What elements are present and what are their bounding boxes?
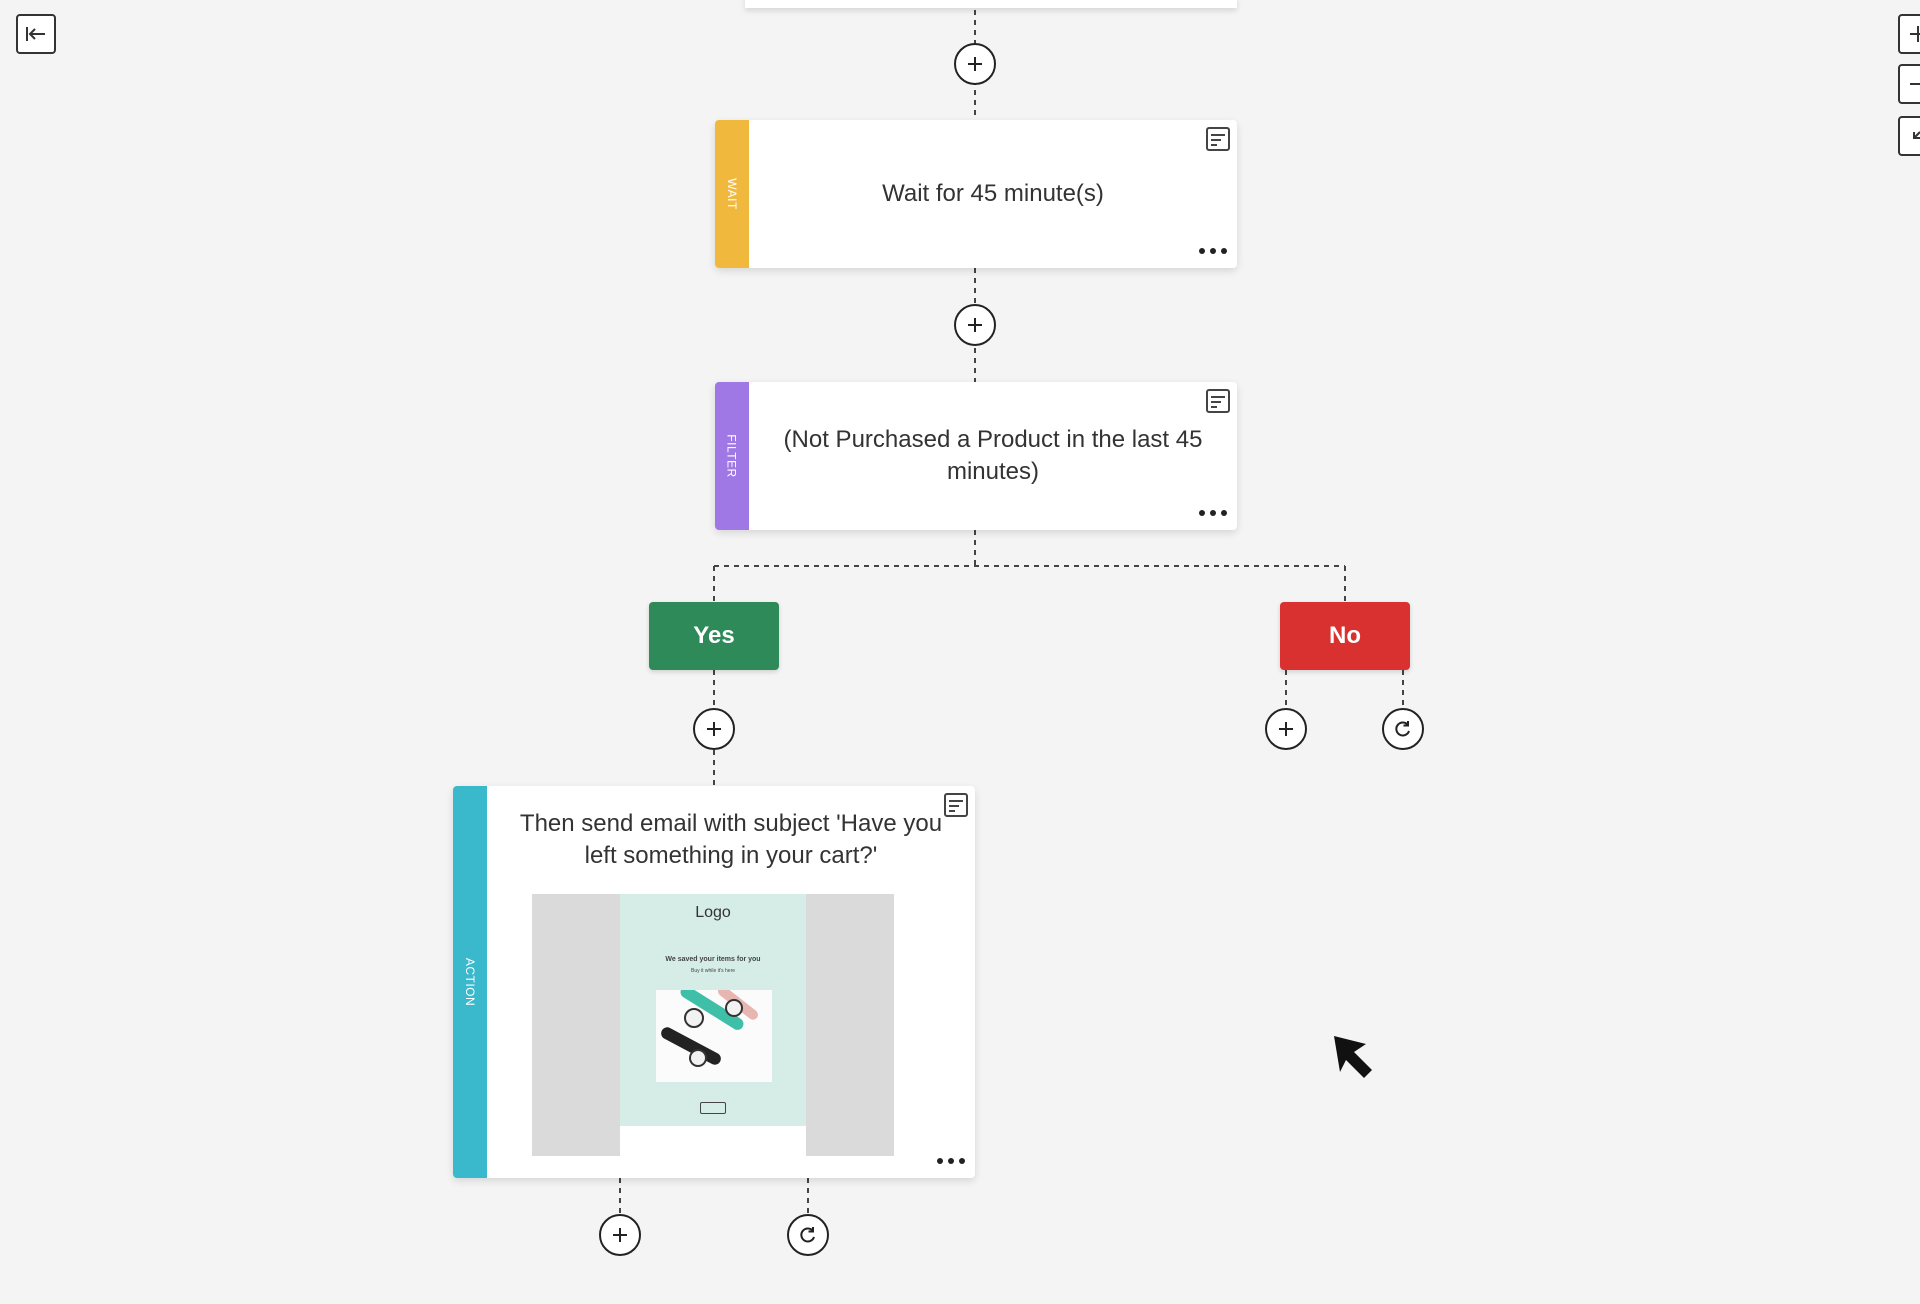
plus-circle-icon xyxy=(613,1228,627,1242)
email-preview[interactable]: Logo We saved your items for you Buy it … xyxy=(532,894,894,1156)
plus-icon xyxy=(1910,26,1920,42)
wait-type-strip: WAIT xyxy=(715,120,749,268)
plus-circle-icon xyxy=(968,318,982,332)
fit-screen-button[interactable] xyxy=(1898,116,1920,156)
action-node-text: Then send email with subject 'Have you l… xyxy=(487,808,975,872)
mouse-cursor-icon xyxy=(1334,1036,1372,1078)
email-heading: We saved your items for you xyxy=(665,956,761,963)
filter-type-strip: FILTER xyxy=(715,382,749,530)
email-preview-body: Logo We saved your items for you Buy it … xyxy=(620,894,806,1156)
wait-node-text: Wait for 45 minute(s) xyxy=(882,180,1104,207)
filter-type-label: FILTER xyxy=(725,434,740,478)
loop-button[interactable] xyxy=(1382,708,1424,750)
no-branch-button[interactable]: No xyxy=(1280,602,1410,670)
minus-icon xyxy=(1910,83,1920,85)
plus-circle-icon xyxy=(968,57,982,71)
wait-node-card[interactable]: WAIT Wait for 45 minute(s) xyxy=(715,120,1237,268)
add-step-button[interactable] xyxy=(954,43,996,85)
previous-node-card[interactable] xyxy=(745,0,1237,8)
fit-screen-icon xyxy=(1913,131,1920,139)
filter-node-card[interactable]: FILTER (Not Purchased a Product in the l… xyxy=(715,382,1237,530)
email-subheading: Buy it while it's here xyxy=(690,968,736,974)
more-dots-icon[interactable] xyxy=(1199,508,1227,518)
email-product-image xyxy=(656,986,772,1082)
filter-text-line1: (Not Purchased a Product in the last 45 xyxy=(783,426,1203,453)
loop-icon xyxy=(1395,721,1410,737)
note-icon[interactable] xyxy=(941,790,971,820)
loop-icon xyxy=(800,1227,815,1243)
add-step-button[interactable] xyxy=(1265,708,1307,750)
wait-type-label: WAIT xyxy=(725,178,739,210)
filter-text-line2: minutes) xyxy=(946,458,1040,485)
plus-circle-icon xyxy=(707,722,721,736)
zoom-out-button[interactable] xyxy=(1898,64,1920,104)
email-logo: Logo xyxy=(695,904,731,921)
plus-circle-icon xyxy=(1279,722,1293,736)
email-footer xyxy=(620,1126,806,1156)
collapse-left-icon xyxy=(26,27,45,41)
add-step-button[interactable] xyxy=(599,1214,641,1256)
note-icon[interactable] xyxy=(1203,386,1233,416)
add-step-button[interactable] xyxy=(954,304,996,346)
action-text-line2: left something in your cart?' xyxy=(584,842,878,869)
watch-image xyxy=(661,986,758,1067)
action-type-label: ACTION xyxy=(463,957,477,1007)
action-type-strip: ACTION xyxy=(453,786,487,1178)
more-dots-icon[interactable] xyxy=(1199,246,1227,256)
yes-branch-button[interactable]: Yes xyxy=(649,602,779,670)
loop-button[interactable] xyxy=(787,1214,829,1256)
add-step-button[interactable] xyxy=(693,708,735,750)
email-cta-button xyxy=(700,1102,726,1114)
note-icon[interactable] xyxy=(1203,124,1233,154)
action-text-line1: Then send email with subject 'Have you xyxy=(519,810,943,837)
filter-node-text: (Not Purchased a Product in the last 45 … xyxy=(749,424,1237,488)
collapse-panel-button[interactable] xyxy=(16,14,56,54)
more-dots-icon[interactable] xyxy=(937,1156,965,1166)
zoom-in-button[interactable] xyxy=(1898,14,1920,54)
